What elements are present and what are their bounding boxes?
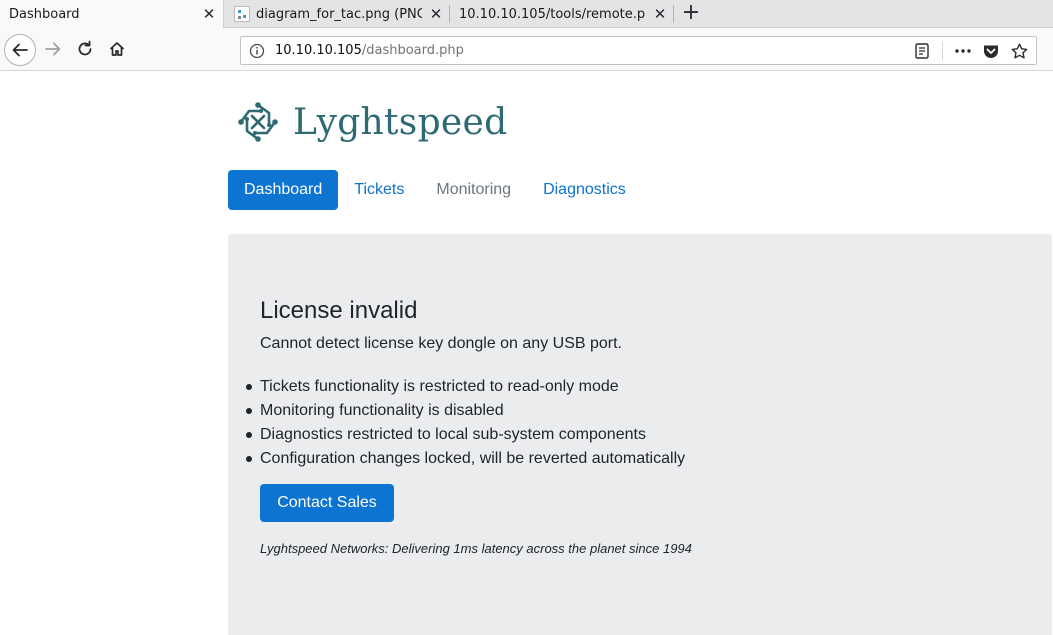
tab-separator <box>673 5 674 23</box>
contact-sales-button[interactable]: Contact Sales <box>260 484 394 522</box>
url-path: /dashboard.php <box>361 43 464 58</box>
back-arrow-icon <box>12 43 28 57</box>
nav-item-diagnostics[interactable]: Diagnostics <box>527 170 642 210</box>
tab-title: 10.10.10.105/tools/remote.ph <box>459 6 645 22</box>
more-dots-icon <box>955 49 971 53</box>
url-text[interactable]: 10.10.10.105/dashboard.php <box>275 43 464 58</box>
tab-dashboard[interactable]: Dashboard ✕ <box>0 0 224 28</box>
url-host: 10.10.10.105 <box>275 43 362 58</box>
close-icon[interactable]: ✕ <box>652 6 668 22</box>
lyghtspeed-logo-icon <box>238 102 278 142</box>
pocket-button[interactable] <box>981 42 1001 60</box>
notice-title: License invalid <box>260 297 418 324</box>
nav-item-monitoring[interactable]: Monitoring <box>420 170 527 210</box>
close-icon[interactable]: ✕ <box>428 6 444 22</box>
back-button[interactable] <box>4 34 36 66</box>
url-bar-separator <box>942 42 943 60</box>
reader-view-icon <box>915 43 929 59</box>
list-item: Diagnostics restricted to local sub-syst… <box>245 423 685 447</box>
tab-strip: Dashboard ✕ diagram_for_tac.png (PNG ✕ 1… <box>0 0 1053 28</box>
reload-button[interactable] <box>70 34 100 64</box>
home-button[interactable] <box>102 34 132 64</box>
page-actions-button[interactable] <box>953 42 973 60</box>
nav-item-tickets[interactable]: Tickets <box>338 170 420 210</box>
navigation-toolbar: 10.10.10.105/dashboard.php <box>0 28 1053 71</box>
list-item: Tickets functionality is restricted to r… <box>245 375 685 399</box>
image-file-icon <box>234 6 250 22</box>
company-tagline: Lyghtspeed Networks: Delivering 1ms late… <box>260 541 692 556</box>
url-bar[interactable]: 10.10.10.105/dashboard.php <box>240 36 1037 65</box>
forward-button[interactable] <box>38 34 68 64</box>
nav-item-dashboard[interactable]: Dashboard <box>228 170 339 210</box>
home-icon <box>109 42 125 56</box>
list-item: Monitoring functionality is disabled <box>245 399 685 423</box>
page-content: Lyghtspeed Dashboard Tickets Monitoring … <box>0 72 1053 635</box>
new-tab-button[interactable]: + <box>679 2 703 26</box>
restrictions-list: Tickets functionality is restricted to r… <box>245 375 685 471</box>
brand-name: Lyghtspeed <box>293 101 508 143</box>
close-icon[interactable]: ✕ <box>201 6 217 22</box>
main-nav: Dashboard Tickets Monitoring Diagnostics <box>228 170 642 210</box>
notice-lead: Cannot detect license key dongle on any … <box>260 335 622 352</box>
reload-icon <box>78 40 92 56</box>
star-icon <box>1011 43 1027 58</box>
tab-title: diagram_for_tac.png (PNG <box>256 6 422 22</box>
pocket-icon <box>984 45 998 58</box>
reader-view-button[interactable] <box>912 42 932 60</box>
list-item: Configuration changes locked, will be re… <box>245 447 685 471</box>
brand[interactable]: Lyghtspeed <box>237 100 507 144</box>
license-notice-panel: License invalid Cannot detect license ke… <box>228 234 1052 635</box>
info-icon[interactable] <box>249 43 265 59</box>
tab-remote[interactable]: 10.10.10.105/tools/remote.ph ✕ <box>450 0 674 28</box>
bookmark-button[interactable] <box>1009 42 1029 60</box>
tab-diagram[interactable]: diagram_for_tac.png (PNG ✕ <box>225 0 450 28</box>
forward-arrow-icon <box>45 42 61 56</box>
tab-title: Dashboard <box>9 6 80 22</box>
